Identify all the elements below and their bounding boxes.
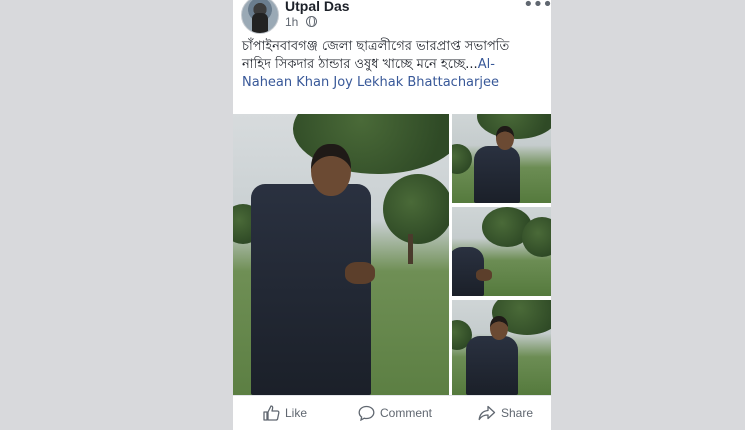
photo-tree [452,144,472,174]
photo-person [251,184,371,395]
author-avatar[interactable] [241,0,279,34]
more-options-icon[interactable]: ••• [523,0,551,15]
like-label: Like [285,406,308,420]
post-photo-2[interactable] [452,114,551,203]
comment-button[interactable]: Comment [358,405,432,421]
like-button[interactable]: Like [263,405,307,421]
comment-label: Comment [380,406,433,420]
photo-tree [477,114,551,139]
share-button[interactable]: Share [478,405,533,421]
photo-tree [383,174,449,244]
comment-bubble-icon [358,405,375,421]
photo-person-head [496,126,514,150]
post-text: চাঁপাইনবাবগঞ্জ জেলা ছাত্রলীগের ভারপ্রাপ্… [242,38,542,92]
photo-person [474,146,520,203]
post-photo-3[interactable] [452,207,551,296]
share-label: Share [501,406,534,420]
photo-tree-trunk [408,234,413,264]
photo-person [466,336,518,395]
thumbs-up-icon [263,405,280,421]
post-photo-main[interactable] [233,114,449,395]
post-actions-bar: Like Comment Share [233,395,551,430]
avatar-figure [252,13,268,33]
photo-person-head [490,316,508,340]
photo-tree [522,217,551,257]
share-arrow-icon [478,405,496,421]
photo-person-hands [476,269,492,281]
post-body: চাঁপাইনবাবগঞ্জ জেলা ছাত্রলীগের ভারপ্রাপ্… [242,39,510,72]
author-name[interactable]: Utpal Das [285,0,350,14]
photo-person-hands [345,262,375,284]
post-photo-4[interactable] [452,300,551,395]
post-meta: 1h [285,15,317,29]
facebook-post-card: Utpal Das 1h ••• চাঁপাইনবাবগঞ্জ জেলা ছাত… [233,0,551,430]
post-time[interactable]: 1h [285,15,298,29]
photo-person-head [311,144,351,196]
globe-icon [305,16,317,27]
